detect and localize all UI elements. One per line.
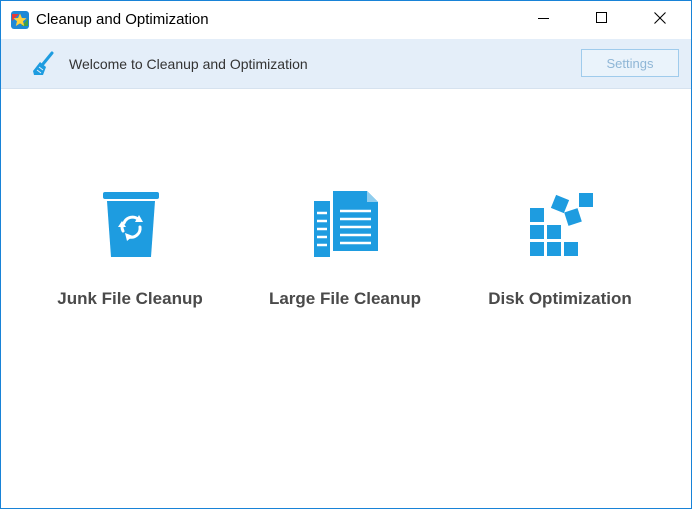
- settings-button[interactable]: Settings: [581, 49, 679, 77]
- documents-icon: [311, 187, 381, 259]
- close-icon: [654, 11, 666, 29]
- window-title: Cleanup and Optimization: [36, 11, 209, 28]
- minimize-button[interactable]: [515, 1, 573, 39]
- defrag-blocks-icon: [526, 187, 596, 259]
- recycle-bin-icon: [96, 187, 166, 259]
- star-badge-icon: [10, 10, 30, 30]
- broom-icon: [31, 51, 57, 77]
- junk-file-cleanup-label: Junk File Cleanup: [57, 289, 203, 308]
- maximize-icon: [596, 11, 608, 29]
- disk-optimization-label: Disk Optimization: [488, 289, 632, 308]
- title-bar[interactable]: Cleanup and Optimization: [1, 1, 691, 39]
- header-bar: Welcome to Cleanup and Optimization Sett…: [1, 39, 691, 89]
- large-file-cleanup-tool[interactable]: Large File Cleanup: [245, 187, 445, 327]
- app-window: Cleanup and Optimization Welcome to Clea…: [0, 0, 692, 509]
- minimize-icon: [538, 11, 550, 29]
- large-file-cleanup-label: Large File Cleanup: [268, 289, 422, 308]
- close-button[interactable]: [631, 1, 689, 39]
- welcome-text: Welcome to Cleanup and Optimization: [69, 56, 308, 72]
- maximize-button[interactable]: [573, 1, 631, 39]
- junk-file-cleanup-tool[interactable]: Junk File Cleanup: [30, 187, 230, 327]
- disk-optimization-tool[interactable]: Disk Optimization: [460, 187, 660, 327]
